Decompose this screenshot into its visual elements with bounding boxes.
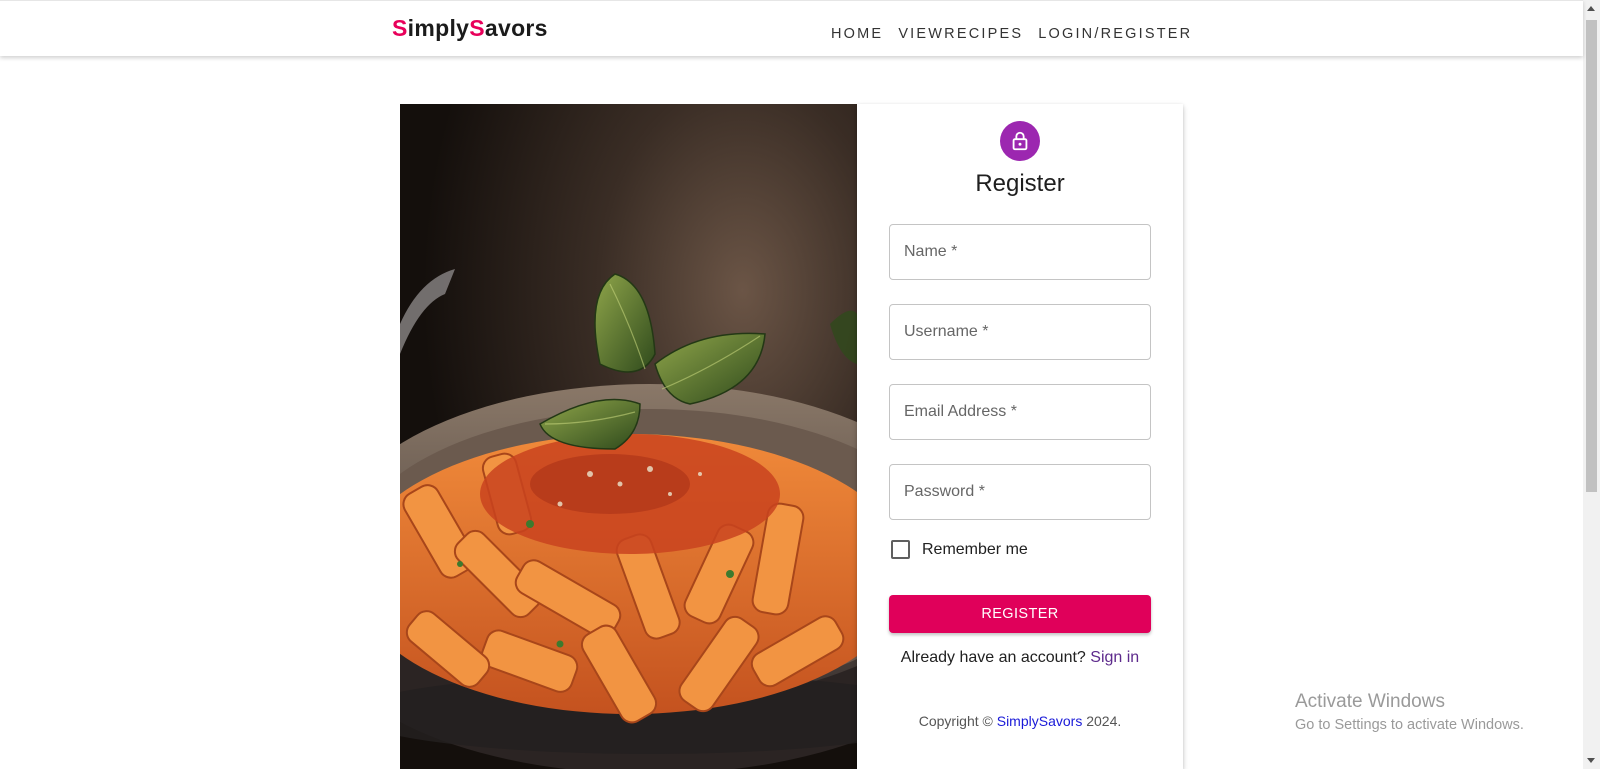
username-input[interactable] (890, 305, 1150, 359)
pasta-dish-image (400, 104, 857, 769)
logo-text-part2: avors (484, 15, 548, 41)
scroll-down-icon[interactable] (1587, 758, 1595, 763)
copyright: Copyright © SimplySavors 2024. (857, 713, 1183, 729)
copyright-brand-link[interactable]: SimplySavors (997, 713, 1083, 729)
nav-home[interactable]: Home (831, 26, 883, 42)
remember-me-checkbox[interactable] (891, 540, 910, 559)
nav-login-register[interactable]: Login/Register (1038, 26, 1192, 42)
signin-prompt: Already have an account? Sign in (857, 649, 1183, 667)
watermark-subtitle: Go to Settings to activate Windows. (1295, 717, 1524, 733)
remember-me-label: Remember me (922, 540, 1028, 558)
name-field[interactable] (889, 224, 1151, 280)
signin-link[interactable]: Sign in (1090, 649, 1139, 666)
scroll-up-icon[interactable] (1587, 6, 1595, 11)
logo-letter-s2: S (469, 15, 485, 41)
email-field[interactable] (889, 384, 1151, 440)
password-input[interactable] (890, 465, 1150, 519)
register-button[interactable]: Register (889, 595, 1151, 633)
password-field[interactable] (889, 464, 1151, 520)
form-title: Register (975, 170, 1065, 197)
watermark-title: Activate Windows (1295, 691, 1445, 712)
copyright-prefix: Copyright © (918, 713, 993, 729)
remember-me-row: Remember me (889, 540, 1028, 559)
app-header: SimplySavors Home ViewRecipes Login/Regi… (0, 0, 1583, 56)
nav-view-recipes[interactable]: ViewRecipes (898, 26, 1023, 42)
lock-icon (1000, 121, 1040, 161)
register-card: Register Remember me Register Already ha… (857, 104, 1183, 769)
page-scrollbar[interactable] (1583, 0, 1600, 769)
logo-letter-s1: S (392, 15, 408, 41)
scroll-thumb[interactable] (1586, 20, 1597, 492)
email-input[interactable] (890, 385, 1150, 439)
main-nav: Home ViewRecipes Login/Register (831, 26, 1192, 42)
copyright-year: 2024. (1086, 713, 1122, 729)
name-input[interactable] (890, 225, 1150, 279)
brand-logo[interactable]: SimplySavors (392, 15, 548, 42)
username-field[interactable] (889, 304, 1151, 360)
windows-activation-watermark: Activate Windows Go to Settings to activ… (1295, 691, 1524, 733)
signin-prompt-text: Already have an account? (900, 649, 1086, 666)
logo-text-part1: imply (407, 15, 470, 41)
